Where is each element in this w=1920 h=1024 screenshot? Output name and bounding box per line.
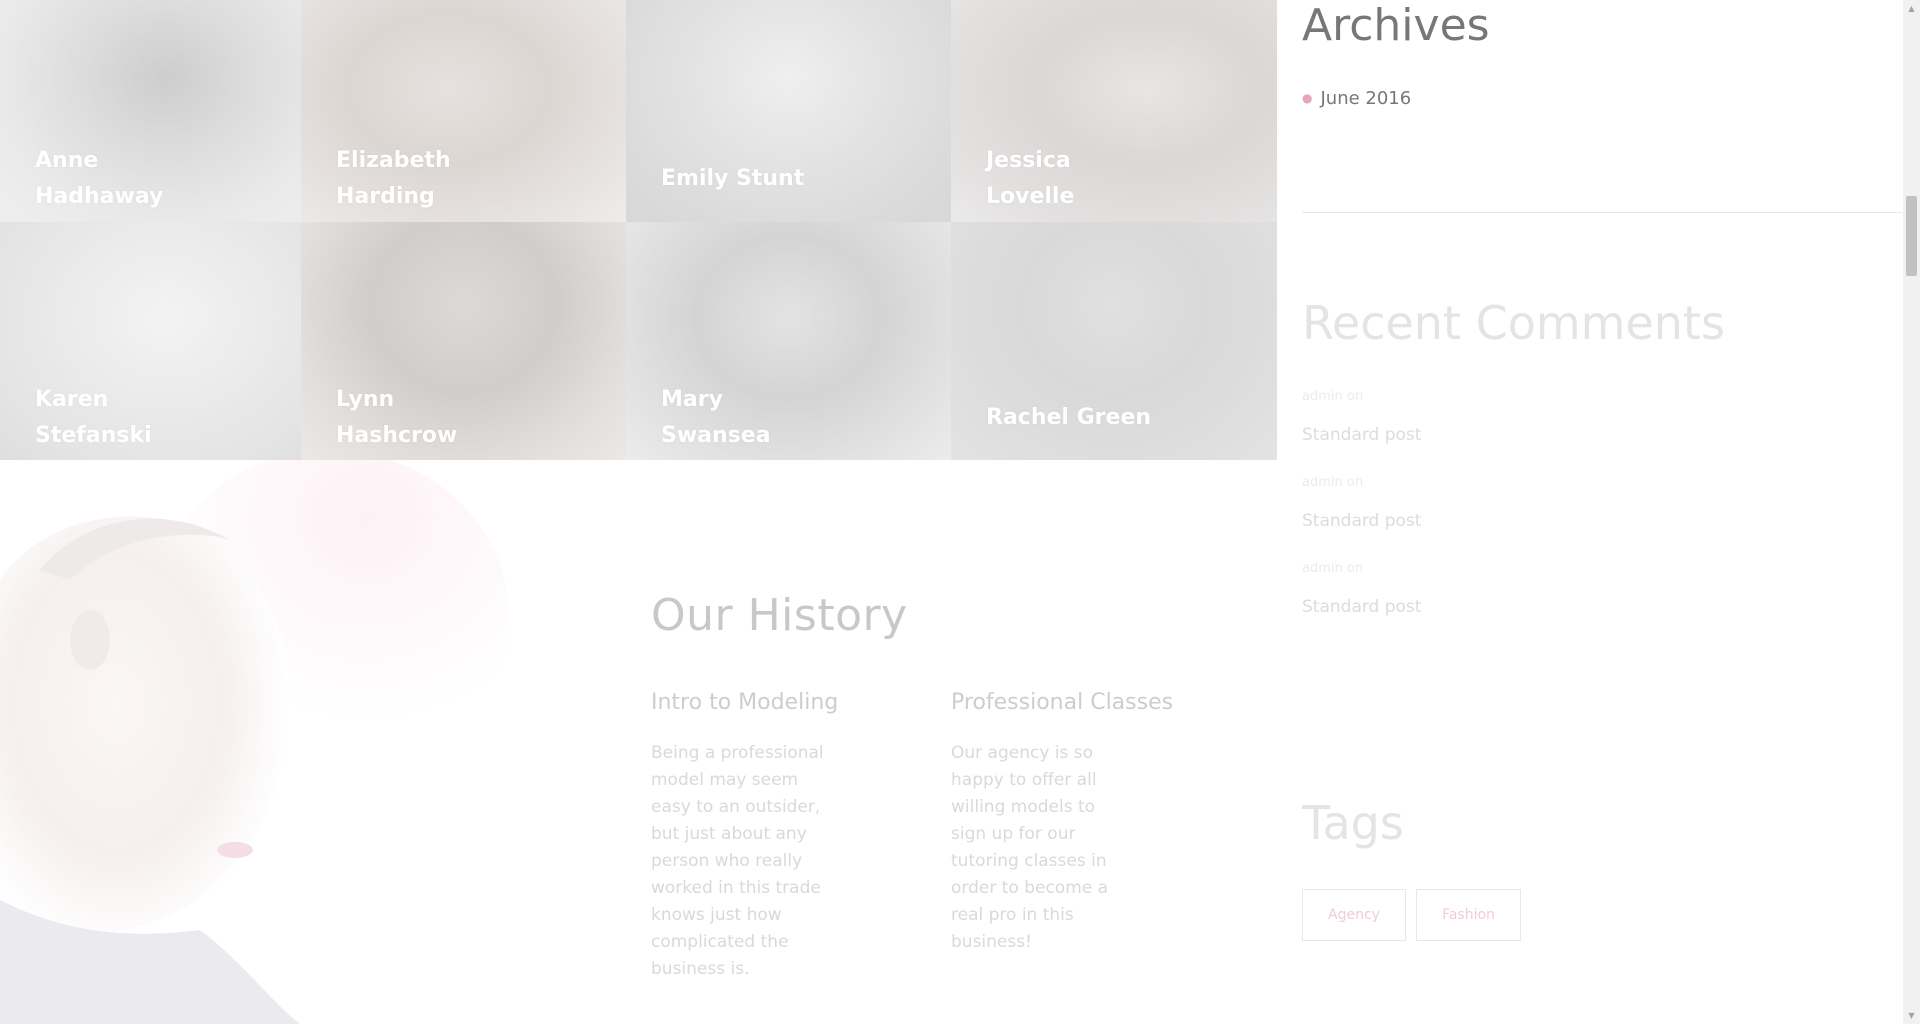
model-tile-anne-hadhaway[interactable]: Anne Hadhaway [0,0,301,222]
model-tile-karen-stefanski[interactable]: Karen Stefanski [0,222,301,460]
intro-to-modeling-text: Being a professional model may seem easy… [651,743,824,979]
model-tile-lynn-hashcrow[interactable]: Lynn Hashcrow [301,222,626,460]
model-name-first: Emily Stunt [661,166,805,191]
history-title: Our History [651,590,908,641]
recent-comments-title: Recent Comments [1302,296,1725,350]
comment-meta: admin on [1302,475,1364,490]
bullet-icon: ● [1302,91,1313,105]
model-tile-emily-stunt[interactable]: Emily Stunt [626,0,951,222]
model-tile-mary-swansea[interactable]: Mary Swansea [626,222,951,460]
model-name-last: Hadhaway [35,184,164,209]
archive-link-june-2016[interactable]: ● June 2016 [1302,88,1411,109]
model-name-last: Lovelle [986,184,1075,209]
model-name-last: Swansea [661,423,771,448]
model-name-first: Karen [35,387,109,412]
comment-meta: admin on [1302,561,1364,576]
model-name-first: Lynn [336,387,395,412]
model-name-first: Jessica [986,148,1071,173]
page-scrollbar[interactable]: ▲ ▼ [1903,0,1920,1024]
model-name-last: Harding [336,184,435,209]
model-name-first: Mary [661,387,723,412]
model-name-first: Rachel Green [986,405,1152,430]
tag-agency[interactable]: Agency [1302,889,1406,941]
intro-to-modeling-title: Intro to Modeling [651,690,839,715]
archives-title: Archives [1302,0,1490,51]
comment-meta: admin on [1302,389,1364,404]
professional-classes-text: Our agency is so happy to offer all will… [951,743,1109,952]
scrollbar-thumb[interactable] [1906,196,1917,276]
scroll-up-icon[interactable]: ▲ [1903,0,1920,17]
model-tile-jessica-lovelle[interactable]: Jessica Lovelle [951,0,1277,222]
comment-post-link[interactable]: Standard post [1302,597,1421,617]
comment-post-link[interactable]: Standard post [1302,511,1421,531]
model-tile-rachel-green[interactable]: Rachel Green [951,222,1277,460]
model-name-last: Hashcrow [336,423,458,448]
model-grid: Anne Hadhaway Elizabeth Harding Emily St… [0,0,1277,460]
sidebar-divider [1302,212,1902,213]
professional-classes-title: Professional Classes [951,690,1174,715]
tag-fashion[interactable]: Fashion [1416,889,1521,941]
model-name-last: Stefanski [35,423,152,448]
scroll-down-icon[interactable]: ▼ [1903,1007,1920,1024]
model-name-first: Anne [35,148,99,173]
model-portrait-image [0,460,640,1024]
archive-link-label: June 2016 [1320,88,1412,109]
model-name-first: Elizabeth [336,148,451,173]
comment-post-link[interactable]: Standard post [1302,425,1421,445]
history-hero-image [0,460,640,1024]
tags-title: Tags [1302,796,1404,850]
model-tile-elizabeth-harding[interactable]: Elizabeth Harding [301,0,626,222]
